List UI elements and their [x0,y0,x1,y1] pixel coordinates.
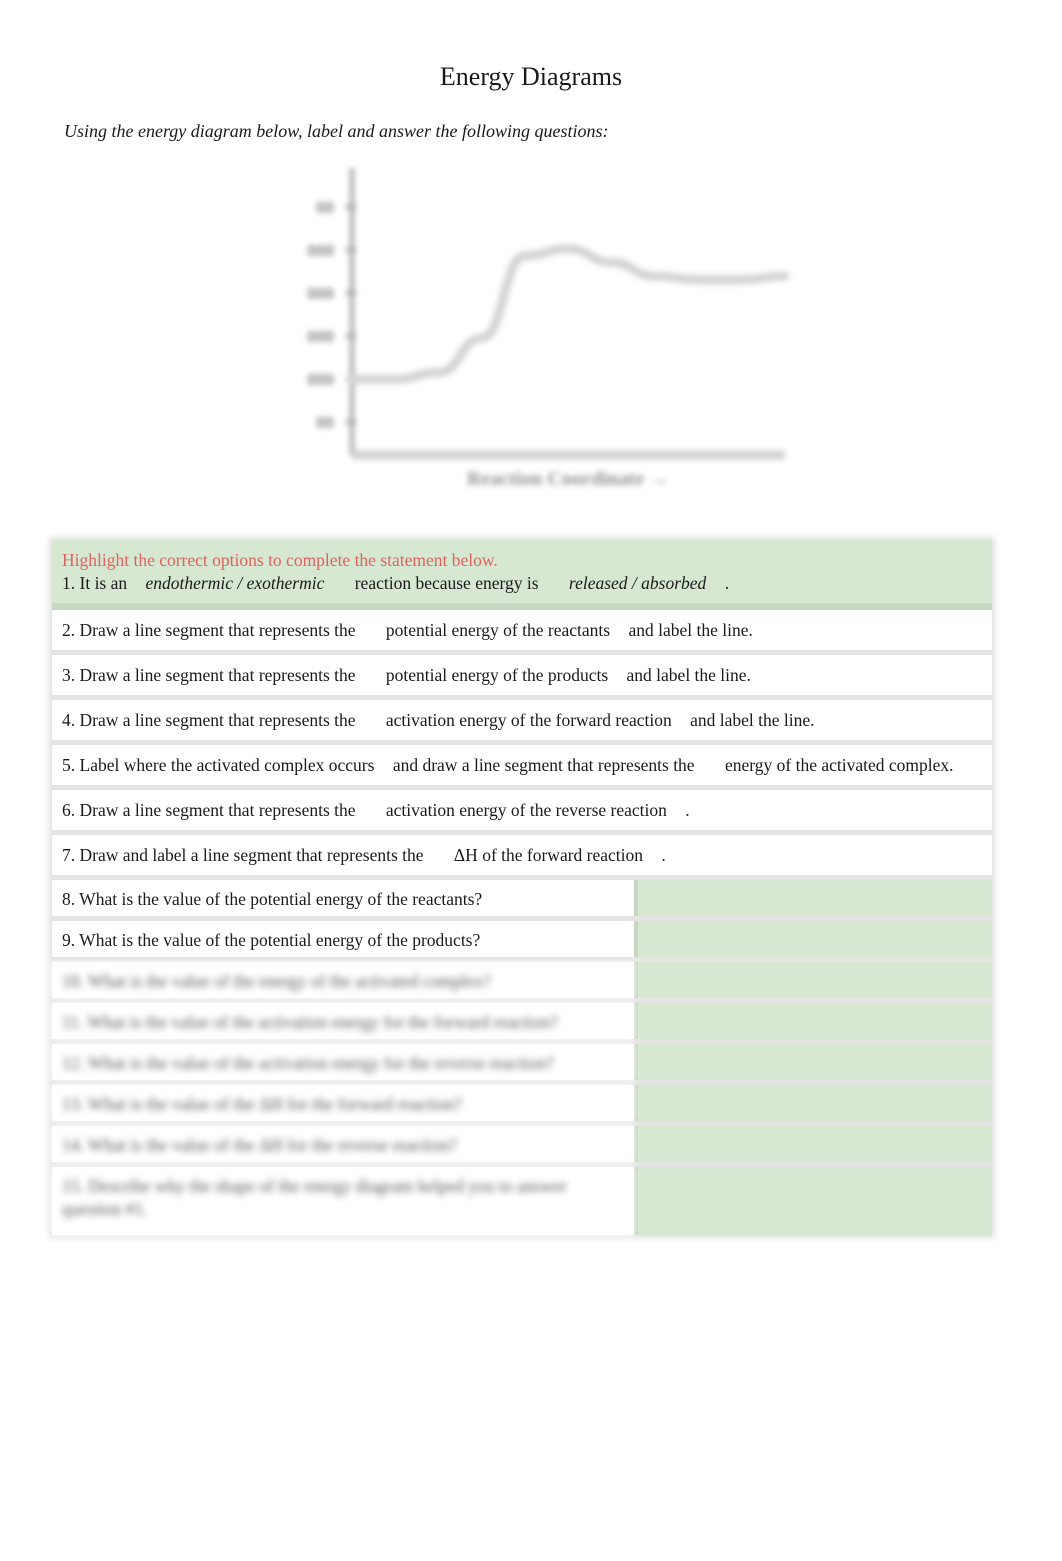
energy-curve [347,244,790,384]
question-row-5: 5. Label where the activated complex occ… [52,745,992,790]
page-title: Energy Diagrams [439,62,623,91]
question-row-13: 13. What is the value of the ΔH for the … [52,1085,992,1126]
q1-option-released-absorbed[interactable]: released / absorbed [569,573,706,593]
q5-text-a: 5. Label where the activated complex occ… [62,755,375,775]
q4-text-b: activation energy of the forward reactio… [385,710,672,730]
question-row-7: 7. Draw and label a line segment that re… [52,835,992,880]
instructions: Using the energy diagram below, label an… [64,121,609,141]
question-row-4: 4. Draw a line segment that represents t… [52,700,992,745]
question-row-3: 3. Draw a line segment that represents t… [52,655,992,700]
x-axis-label: Reaction Coordinate → [467,468,669,490]
q1-suffix: . [724,573,730,593]
q1-option-endothermic-exothermic[interactable]: endothermic / exothermic [146,573,325,593]
q9-answer-field[interactable] [634,921,992,957]
question-row-12: 12. What is the value of the activation … [52,1044,992,1085]
q10-text: 10. What is the value of the energy of t… [52,962,634,998]
q11-text: 11. What is the value of the activation … [52,1003,634,1039]
y-tick-label: 00 [316,415,334,432]
q15-answer-field[interactable] [634,1167,992,1235]
q8-text: 8. What is the value of the potential en… [52,880,634,916]
q11-answer-field[interactable] [634,1003,992,1039]
q2-text-a: 2. Draw a line segment that represents t… [62,620,356,640]
q13-text: 13. What is the value of the ΔH for the … [52,1085,634,1121]
q7-text-a: 7. Draw and label a line segment that re… [62,845,424,865]
question-row-1: Highlight the correct options to complet… [52,540,992,610]
energy-diagram-chart: 00 000 000 000 000 00 Reaction Coordinate → [280,160,800,500]
y-tick-label: 000 [307,372,334,389]
q6-text-a: 6. Draw a line segment that represents t… [62,800,356,820]
q12-answer-field[interactable] [634,1044,992,1080]
q4-text-a: 4. Draw a line segment that represents t… [62,710,356,730]
question-row-6: 6. Draw a line segment that represents t… [52,790,992,835]
question-row-9: 9. What is the value of the potential en… [52,921,992,962]
q10-answer-field[interactable] [634,962,992,998]
q7-text-c: . [661,845,666,865]
q3-text-b: potential energy of the products [385,665,609,685]
q2-text-c: and label the line. [628,620,753,640]
highlight-instruction: Highlight the correct options to complet… [62,550,498,570]
y-tick-label: 000 [307,329,334,346]
q14-text: 14. What is the value of the ΔH for the … [52,1126,634,1162]
question-row-11: 11. What is the value of the activation … [52,1003,992,1044]
q2-text-b: potential energy of the reactants [385,620,611,640]
question-row-15: 15. Describe why the shape of the energy… [52,1167,992,1235]
q13-answer-field[interactable] [634,1085,992,1121]
question-row-2: 2. Draw a line segment that represents t… [52,610,992,655]
q14-answer-field[interactable] [634,1126,992,1162]
q5-text-c: energy of the activated complex. [724,755,954,775]
question-row-14: 14. What is the value of the ΔH for the … [52,1126,992,1167]
q6-text-b: activation energy of the reverse reactio… [385,800,667,820]
q9-text: 9. What is the value of the potential en… [52,921,634,957]
q3-text-c: and label the line. [626,665,751,685]
y-tick-label: 00 [316,200,334,217]
question-row-10: 10. What is the value of the energy of t… [52,962,992,1003]
q8-answer-field[interactable] [634,880,992,916]
energy-diagram-svg: 0000000000000000Reaction Coordinate → [307,168,790,490]
q6-text-c: . [685,800,690,820]
q1-middle: reaction because energy is [354,573,539,593]
q4-text-c: and label the line. [690,710,815,730]
q15-text: 15. Describe why the shape of the energy… [52,1167,634,1235]
questions-table: Highlight the correct options to complet… [52,540,992,1235]
q12-text: 12. What is the value of the activation … [52,1044,634,1080]
q3-text-a: 3. Draw a line segment that represents t… [62,665,356,685]
question-row-8: 8. What is the value of the potential en… [52,880,992,921]
y-tick-label: 000 [307,286,334,303]
y-tick-label: 000 [307,243,334,260]
q5-text-b: and draw a line segment that represents … [392,755,695,775]
q7-text-b: ΔH of the forward reaction [453,845,644,865]
q1-prefix: 1. It is an [62,573,128,593]
